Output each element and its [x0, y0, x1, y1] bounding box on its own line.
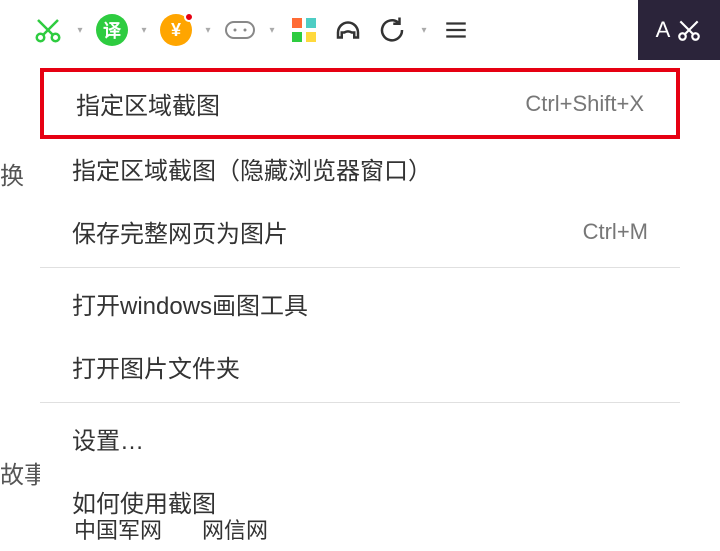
chevron-down-icon[interactable]: ▾: [266, 25, 278, 36]
background-links: 中国军网 网信网: [74, 513, 268, 545]
menu-shortcut: Ctrl+M: [583, 219, 648, 245]
menu-open-paint[interactable]: 打开windows画图工具: [40, 272, 680, 335]
menu-save-full-page[interactable]: 保存完整网页为图片 Ctrl+M: [40, 200, 680, 263]
separator: [40, 267, 680, 268]
dark-panel: A: [638, 0, 720, 60]
toolbar: ▾ 译 ▾ ¥ ▾ ▾ ▾: [0, 0, 720, 60]
headphones-icon[interactable]: [330, 12, 366, 48]
menu-open-folder[interactable]: 打开图片文件夹: [40, 335, 680, 398]
menu-label: 打开图片文件夹: [72, 349, 240, 384]
hamburger-menu-icon[interactable]: [438, 12, 474, 48]
background-text: 换: [0, 156, 24, 191]
scissors-icon[interactable]: [30, 12, 66, 48]
separator: [40, 402, 680, 403]
menu-settings[interactable]: 设置…: [40, 407, 680, 470]
menu-capture-area[interactable]: 指定区域截图 Ctrl+Shift+X: [40, 68, 680, 139]
chevron-down-icon[interactable]: ▾: [138, 25, 150, 36]
grid-icon[interactable]: [286, 12, 322, 48]
menu-label: 保存完整网页为图片: [72, 214, 288, 249]
screenshot-dropdown: 指定区域截图 Ctrl+Shift+X 指定区域截图（隐藏浏览器窗口） 保存完整…: [40, 70, 680, 533]
link-fragment[interactable]: 网信网: [202, 513, 268, 545]
chevron-down-icon[interactable]: ▾: [74, 25, 86, 36]
link-fragment[interactable]: 中国军网: [74, 513, 162, 545]
undo-icon[interactable]: [374, 12, 410, 48]
chevron-down-icon[interactable]: ▾: [202, 25, 214, 36]
menu-label: 指定区域截图（隐藏浏览器窗口）: [72, 151, 432, 186]
translate-icon[interactable]: 译: [94, 12, 130, 48]
gamepad-icon[interactable]: [222, 12, 258, 48]
menu-label: 指定区域截图: [76, 86, 220, 121]
menu-capture-area-hide[interactable]: 指定区域截图（隐藏浏览器窗口）: [40, 137, 680, 200]
menu-label: 设置…: [72, 421, 144, 456]
menu-shortcut: Ctrl+Shift+X: [525, 91, 644, 117]
letter-badge: A: [656, 17, 671, 43]
scissors-white-icon[interactable]: [676, 17, 702, 43]
currency-icon[interactable]: ¥: [158, 12, 194, 48]
chevron-down-icon[interactable]: ▾: [418, 25, 430, 36]
menu-label: 打开windows画图工具: [72, 286, 308, 321]
